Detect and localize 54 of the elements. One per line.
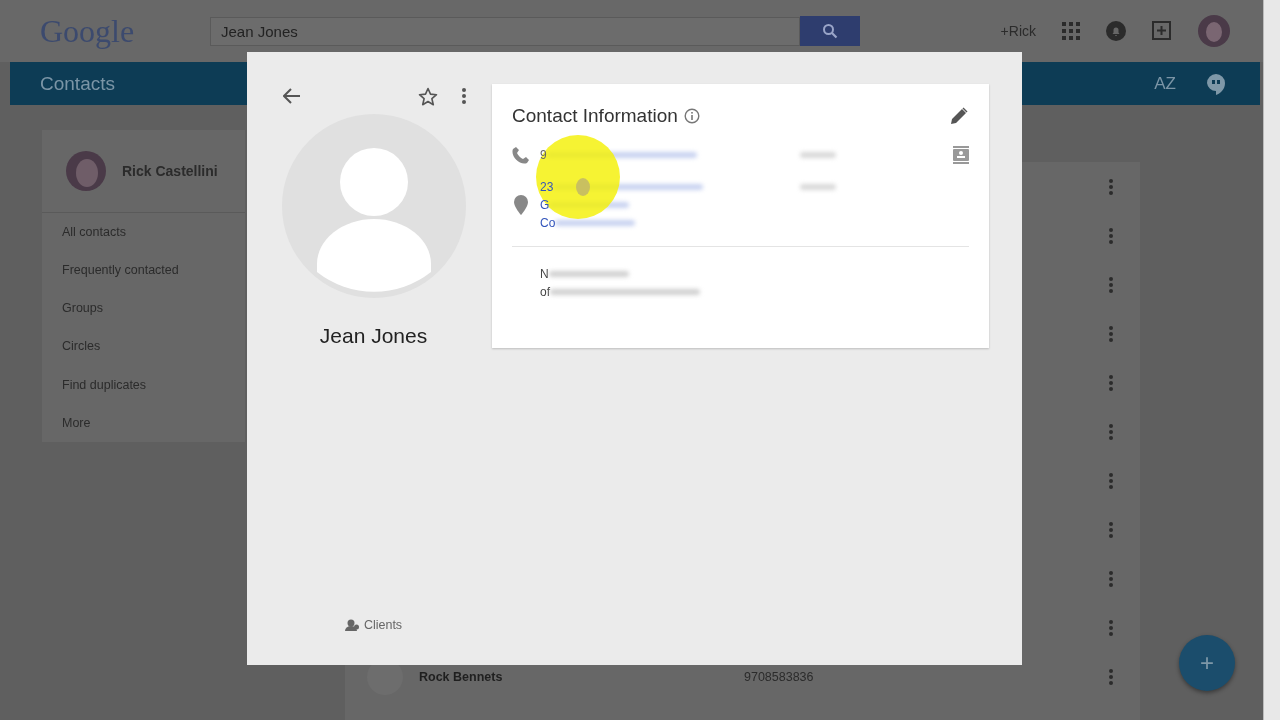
card-title: Contact Information	[512, 105, 678, 127]
more-icon[interactable]	[1109, 423, 1113, 440]
more-icon[interactable]	[1109, 325, 1113, 342]
add-share-icon[interactable]	[1152, 21, 1172, 41]
back-arrow-icon[interactable]	[283, 88, 301, 104]
more-icon[interactable]	[1109, 276, 1113, 293]
more-icon[interactable]	[1109, 178, 1113, 195]
map-pin-icon	[512, 195, 530, 215]
sort-button[interactable]: AZ	[1154, 73, 1176, 94]
edit-icon[interactable]	[949, 106, 969, 126]
contact-name[interactable]: Rock Bennets	[419, 669, 744, 684]
circles-icon	[344, 618, 359, 632]
contact-avatar-icon	[281, 114, 466, 298]
address-link[interactable]: 23	[540, 180, 554, 194]
contact-phone: 9708583836	[744, 669, 814, 684]
search-button[interactable]	[800, 16, 860, 46]
sidebar-item[interactable]: Find duplicates	[42, 365, 245, 404]
bell-icon[interactable]	[1106, 21, 1126, 41]
more-icon[interactable]	[1109, 619, 1113, 636]
apps-grid-icon[interactable]	[1062, 22, 1080, 40]
address-link[interactable]: G	[540, 198, 550, 212]
address-link[interactable]: Co	[540, 216, 556, 230]
info-icon[interactable]	[683, 108, 700, 124]
app-title: Contacts	[40, 72, 115, 95]
user-avatar-icon	[66, 150, 106, 191]
sidebar-item[interactable]: Circles	[42, 327, 245, 366]
more-icon[interactable]	[1109, 472, 1113, 489]
sidebar-item[interactable]: Groups	[42, 289, 245, 328]
more-icon[interactable]	[1109, 668, 1113, 685]
more-icon[interactable]	[1109, 521, 1113, 538]
star-icon[interactable]	[418, 86, 438, 106]
user-name: Rick Castellini	[122, 162, 218, 179]
group-label[interactable]: Clients	[363, 618, 403, 632]
search-field[interactable]: Jean Jones	[210, 16, 800, 46]
contact-card-icon[interactable]	[953, 146, 969, 164]
avatar-icon[interactable]	[1198, 15, 1230, 47]
notes-text: of	[540, 285, 550, 299]
more-icon[interactable]	[1109, 570, 1113, 587]
blurred-text	[800, 152, 836, 158]
sidebar-item[interactable]: All contacts	[42, 212, 245, 251]
blurred-text	[800, 184, 836, 190]
add-contact-button[interactable]: +	[1179, 635, 1235, 691]
sidebar-item[interactable]: Frequently contacted	[42, 250, 245, 289]
more-icon[interactable]	[1109, 374, 1113, 391]
search-icon	[822, 23, 838, 39]
sidebar-item[interactable]: More	[42, 403, 245, 442]
more-icon[interactable]	[1109, 227, 1113, 244]
phone-icon	[512, 146, 530, 164]
more-icon[interactable]	[462, 88, 466, 104]
contact-name: Jean Jones	[319, 324, 428, 348]
hangouts-icon[interactable]	[1206, 72, 1226, 95]
profile-link[interactable]: +Rick	[1000, 23, 1036, 39]
notes-text: N	[540, 267, 549, 281]
scrollbar[interactable]	[1263, 0, 1280, 720]
